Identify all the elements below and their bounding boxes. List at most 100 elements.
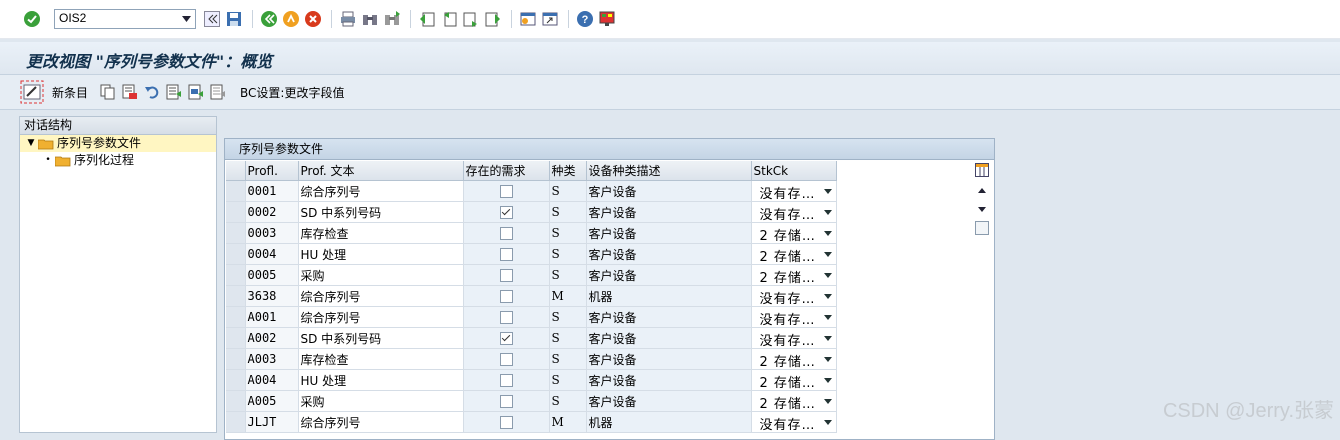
chevron-down-icon[interactable] bbox=[823, 315, 832, 320]
cell-existing-req[interactable] bbox=[463, 369, 550, 391]
cancel-icon[interactable] bbox=[303, 9, 323, 29]
help-icon[interactable]: ? bbox=[575, 9, 595, 29]
back-icon[interactable] bbox=[259, 9, 279, 29]
stkck-dropdown[interactable]: 2 存储… bbox=[754, 392, 834, 411]
new-session-icon[interactable] bbox=[518, 9, 538, 29]
cell-prof-text[interactable]: 综合序列号 bbox=[298, 411, 464, 433]
column-config-icon[interactable] bbox=[975, 163, 989, 177]
cell-prof-text[interactable]: 库存检查 bbox=[298, 222, 464, 244]
command-field[interactable] bbox=[54, 9, 196, 29]
cell-prof-text[interactable]: HU 处理 bbox=[298, 243, 464, 265]
cell-existing-req[interactable] bbox=[463, 348, 550, 370]
layout-icon[interactable] bbox=[597, 9, 617, 29]
existing-req-checkbox[interactable] bbox=[499, 268, 513, 282]
stkck-dropdown[interactable]: 2 存储… bbox=[754, 224, 834, 243]
row-selector[interactable] bbox=[226, 285, 246, 307]
existing-req-checkbox[interactable] bbox=[499, 247, 513, 261]
column-header-profl[interactable]: Profl. bbox=[245, 161, 299, 181]
cell-prof-text[interactable]: 库存检查 bbox=[298, 348, 464, 370]
tree-node-serialization-process[interactable]: • 序列化过程 bbox=[20, 152, 216, 169]
existing-req-checkbox[interactable] bbox=[499, 373, 513, 387]
chevron-down-icon[interactable] bbox=[823, 231, 832, 236]
column-header-prof-text[interactable]: Prof. 文本 bbox=[298, 161, 464, 181]
cell-stkck[interactable]: 没有存… bbox=[751, 180, 837, 202]
cell-type[interactable]: S bbox=[549, 369, 587, 391]
chevron-down-icon[interactable] bbox=[823, 189, 832, 194]
cell-stkck[interactable]: 没有存… bbox=[751, 306, 837, 328]
chevron-down-icon[interactable] bbox=[823, 252, 832, 257]
cell-stkck[interactable]: 没有存… bbox=[751, 327, 837, 349]
cell-type[interactable]: S bbox=[549, 264, 587, 286]
stkck-dropdown[interactable]: 2 存储… bbox=[754, 350, 834, 369]
cell-type[interactable]: S bbox=[549, 390, 587, 412]
cell-type[interactable]: S bbox=[549, 243, 587, 265]
table-row[interactable]: A004 HU 处理 S 客户设备 2 存储… bbox=[226, 369, 837, 391]
column-header-stkck[interactable]: StkCk bbox=[751, 161, 837, 181]
undo-icon[interactable] bbox=[142, 82, 162, 102]
last-page-icon[interactable] bbox=[483, 9, 503, 29]
cell-type[interactable]: M bbox=[549, 285, 587, 307]
scrollbar-thumb[interactable] bbox=[975, 221, 989, 235]
new-entries-button[interactable]: 新条目 bbox=[52, 84, 88, 101]
first-page-icon[interactable] bbox=[417, 9, 437, 29]
chevron-down-icon[interactable] bbox=[823, 294, 832, 299]
select-all-icon[interactable] bbox=[164, 82, 184, 102]
select-all-rows-cell[interactable] bbox=[226, 161, 246, 181]
existing-req-checkbox[interactable] bbox=[499, 226, 513, 240]
chevron-down-icon[interactable] bbox=[823, 336, 832, 341]
history-icon[interactable] bbox=[202, 9, 222, 29]
stkck-dropdown[interactable]: 没有存… bbox=[754, 308, 834, 327]
row-selector[interactable] bbox=[226, 201, 246, 223]
expand-triangle-icon[interactable]: ▼ bbox=[26, 135, 36, 152]
chevron-down-icon[interactable] bbox=[823, 420, 832, 425]
row-selector[interactable] bbox=[226, 243, 246, 265]
chevron-down-icon[interactable] bbox=[823, 273, 832, 278]
chevron-down-icon[interactable] bbox=[823, 378, 832, 383]
stkck-dropdown[interactable]: 2 存储… bbox=[754, 371, 834, 390]
cell-stkck[interactable]: 没有存… bbox=[751, 411, 837, 433]
existing-req-checkbox[interactable] bbox=[499, 205, 513, 219]
row-selector[interactable] bbox=[226, 222, 246, 244]
cell-prof-text[interactable]: 采购 bbox=[298, 264, 464, 286]
find-icon[interactable] bbox=[360, 9, 380, 29]
existing-req-checkbox[interactable] bbox=[499, 331, 513, 345]
stkck-dropdown[interactable]: 没有存… bbox=[754, 287, 834, 306]
cell-type[interactable]: S bbox=[549, 348, 587, 370]
exit-icon[interactable] bbox=[281, 9, 301, 29]
cell-prof-text[interactable]: 综合序列号 bbox=[298, 306, 464, 328]
existing-req-checkbox[interactable] bbox=[499, 289, 513, 303]
cell-existing-req[interactable] bbox=[463, 180, 550, 202]
table-row[interactable]: 0002 SD 中系列号码 S 客户设备 没有存… bbox=[226, 201, 837, 223]
table-row[interactable]: JLJT 综合序列号 M 机器 没有存… bbox=[226, 411, 837, 433]
table-row[interactable]: A002 SD 中系列号码 S 客户设备 没有存… bbox=[226, 327, 837, 349]
chevron-down-icon[interactable] bbox=[823, 399, 832, 404]
cell-stkck[interactable]: 2 存储… bbox=[751, 369, 837, 391]
column-header-type[interactable]: 种类 bbox=[549, 161, 587, 181]
cell-stkck[interactable]: 2 存储… bbox=[751, 222, 837, 244]
cell-type[interactable]: M bbox=[549, 411, 587, 433]
cell-type[interactable]: S bbox=[549, 327, 587, 349]
cell-prof-text[interactable]: 综合序列号 bbox=[298, 180, 464, 202]
table-row[interactable]: 0005 采购 S 客户设备 2 存储… bbox=[226, 264, 837, 286]
cell-existing-req[interactable] bbox=[463, 411, 550, 433]
row-selector[interactable] bbox=[226, 411, 246, 433]
cell-type[interactable]: S bbox=[549, 201, 587, 223]
cell-prof-text[interactable]: 采购 bbox=[298, 390, 464, 412]
cell-existing-req[interactable] bbox=[463, 264, 550, 286]
cell-existing-req[interactable] bbox=[463, 285, 550, 307]
cell-stkck[interactable]: 没有存… bbox=[751, 201, 837, 223]
row-selector[interactable] bbox=[226, 327, 246, 349]
cell-existing-req[interactable] bbox=[463, 201, 550, 223]
deselect-all-icon[interactable] bbox=[208, 82, 228, 102]
scroll-down-icon[interactable] bbox=[975, 203, 989, 215]
cell-stkck[interactable]: 2 存储… bbox=[751, 264, 837, 286]
table-row[interactable]: A001 综合序列号 S 客户设备 没有存… bbox=[226, 306, 837, 328]
print-icon[interactable] bbox=[338, 9, 358, 29]
bc-set-button[interactable]: BC设置:更改字段值 bbox=[240, 84, 344, 101]
cell-stkck[interactable]: 2 存储… bbox=[751, 390, 837, 412]
cell-stkck[interactable]: 2 存储… bbox=[751, 348, 837, 370]
table-row[interactable]: 0001 综合序列号 S 客户设备 没有存… bbox=[226, 180, 837, 202]
table-row[interactable]: A003 库存检查 S 客户设备 2 存储… bbox=[226, 348, 837, 370]
cell-existing-req[interactable] bbox=[463, 327, 550, 349]
existing-req-checkbox[interactable] bbox=[499, 184, 513, 198]
